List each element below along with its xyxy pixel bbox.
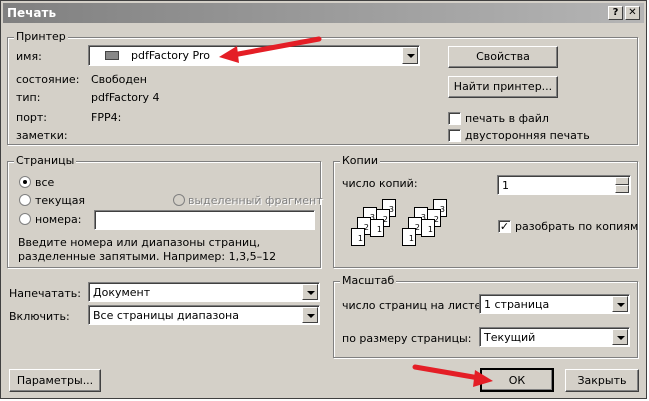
annotation-arrows: [219, 36, 493, 387]
arrow-to-ok-icon: [412, 364, 493, 387]
print-dialog: Печать ? ✕ Принтер имя: pdfFactory Pro с…: [0, 0, 647, 399]
arrow-to-printer-icon: [219, 36, 322, 63]
